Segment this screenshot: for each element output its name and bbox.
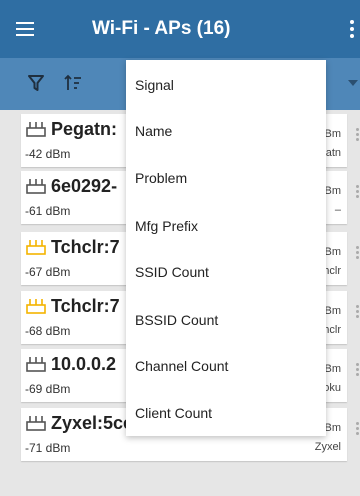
menu-item-bssid-count[interactable]: BSSID Count	[135, 312, 218, 328]
ap-name: Tchclr:7	[51, 296, 120, 316]
row-more-icon[interactable]	[356, 246, 359, 261]
sort-menu: Signal Name Problem Mfg Prefix SSID Coun…	[126, 60, 326, 436]
row-more-icon[interactable]	[356, 305, 359, 320]
access-point-icon	[26, 179, 46, 194]
access-point-icon	[26, 416, 46, 431]
menu-item-name[interactable]: Name	[135, 123, 172, 139]
access-point-warning-icon	[26, 299, 46, 314]
ap-name: Tchclr:7	[51, 237, 120, 257]
menu-item-client-count[interactable]: Client Count	[135, 405, 212, 421]
ap-signal-right: Bm	[324, 246, 342, 258]
ap-vendor: Zyxel	[314, 441, 341, 453]
hamburger-icon[interactable]	[16, 22, 34, 36]
ap-signal-right: Bm	[324, 305, 342, 317]
ap-signal: -61 dBm	[25, 204, 71, 218]
app-bar: Wi-Fi - APs (16)	[0, 0, 360, 58]
row-more-icon[interactable]	[356, 363, 359, 378]
row-more-icon[interactable]	[356, 128, 359, 143]
ap-signal-right: Bm	[324, 185, 342, 197]
ap-name: Pegatn:	[51, 119, 118, 139]
ap-vendor: atn	[325, 147, 341, 159]
ap-name: 6e0292-	[51, 176, 118, 196]
menu-item-problem[interactable]: Problem	[135, 170, 187, 186]
ap-signal: -69 dBm	[25, 382, 71, 396]
row-more-icon[interactable]	[356, 422, 359, 437]
ap-signal: -71 dBm	[25, 441, 71, 455]
caret-down-icon[interactable]	[348, 80, 358, 86]
more-vert-icon[interactable]	[350, 20, 354, 41]
ap-signal: -68 dBm	[25, 324, 71, 338]
ap-vendor: –	[334, 204, 341, 216]
menu-item-signal[interactable]: Signal	[135, 77, 174, 93]
access-point-icon	[26, 122, 46, 137]
ap-signal-right: Bm	[324, 363, 342, 375]
access-point-icon	[26, 357, 46, 372]
access-point-warning-icon	[26, 240, 46, 255]
filter-icon[interactable]	[28, 74, 44, 92]
page-title: Wi-Fi - APs (16)	[92, 18, 231, 39]
ap-signal-right: Bm	[324, 128, 342, 140]
ap-signal: -42 dBm	[25, 147, 71, 161]
ap-signal: -67 dBm	[25, 265, 71, 279]
ap-name: 10.0.0.2	[51, 354, 117, 374]
menu-item-channel-count[interactable]: Channel Count	[135, 358, 228, 374]
menu-item-mfg-prefix[interactable]: Mfg Prefix	[135, 218, 198, 234]
row-more-icon[interactable]	[356, 185, 359, 200]
menu-item-ssid-count[interactable]: SSID Count	[135, 264, 209, 280]
sort-icon[interactable]	[64, 74, 82, 92]
